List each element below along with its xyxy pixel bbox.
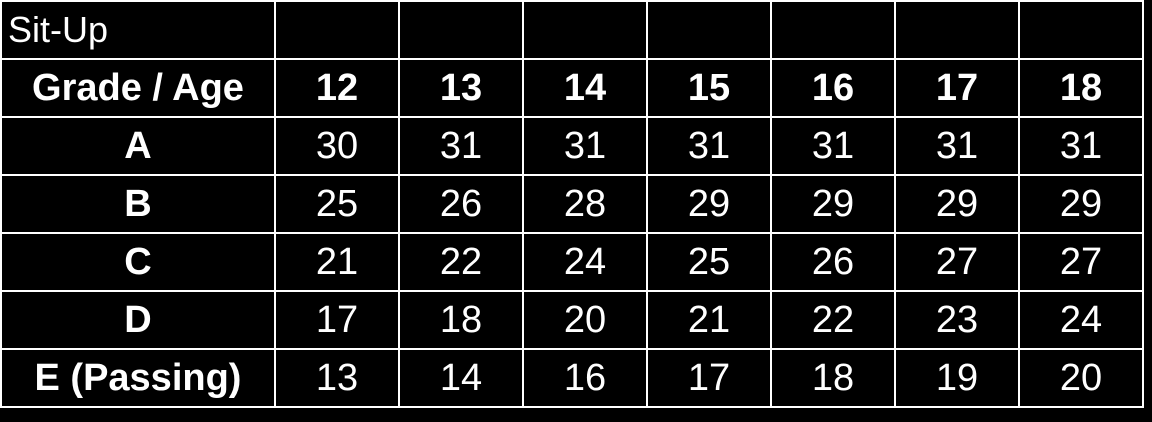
grade-label: C [0, 232, 276, 292]
empty-cell [770, 0, 896, 60]
situp-grade-table: Sit-Up Grade / Age 12 13 14 15 16 17 18 … [0, 0, 1144, 408]
table-cell: 21 [646, 290, 772, 350]
grade-label: A [0, 116, 276, 176]
age-header: 13 [398, 58, 524, 118]
empty-cell [894, 0, 1020, 60]
table-title: Sit-Up [0, 0, 276, 60]
table-cell: 28 [522, 174, 648, 234]
table-cell: 30 [274, 116, 400, 176]
grade-label: E (Passing) [0, 348, 276, 408]
table-cell: 18 [770, 348, 896, 408]
table-cell: 25 [274, 174, 400, 234]
grade-label: B [0, 174, 276, 234]
table-cell: 20 [522, 290, 648, 350]
empty-cell [274, 0, 400, 60]
table-cell: 24 [522, 232, 648, 292]
table-cell: 21 [274, 232, 400, 292]
grade-label: D [0, 290, 276, 350]
table-cell: 22 [770, 290, 896, 350]
table-cell: 13 [274, 348, 400, 408]
table-cell: 20 [1018, 348, 1144, 408]
table-cell: 29 [894, 174, 1020, 234]
table-row: B 25 26 28 29 29 29 29 [0, 174, 1144, 234]
table-cell: 26 [398, 174, 524, 234]
table-cell: 27 [894, 232, 1020, 292]
table-cell: 31 [398, 116, 524, 176]
table-cell: 19 [894, 348, 1020, 408]
table-row: A 30 31 31 31 31 31 31 [0, 116, 1144, 176]
table-cell: 31 [522, 116, 648, 176]
table-cell: 17 [274, 290, 400, 350]
table-cell: 22 [398, 232, 524, 292]
age-header: 12 [274, 58, 400, 118]
table-cell: 17 [646, 348, 772, 408]
table-cell: 14 [398, 348, 524, 408]
table-cell: 31 [646, 116, 772, 176]
title-row: Sit-Up [0, 0, 1144, 60]
table-row: D 17 18 20 21 22 23 24 [0, 290, 1144, 350]
age-header: 14 [522, 58, 648, 118]
table-cell: 31 [1018, 116, 1144, 176]
table-cell: 26 [770, 232, 896, 292]
age-header: 15 [646, 58, 772, 118]
age-header: 17 [894, 58, 1020, 118]
table-cell: 27 [1018, 232, 1144, 292]
empty-cell [1018, 0, 1144, 60]
table-cell: 29 [770, 174, 896, 234]
table-cell: 31 [894, 116, 1020, 176]
age-header: 18 [1018, 58, 1144, 118]
table-cell: 24 [1018, 290, 1144, 350]
age-header: 16 [770, 58, 896, 118]
empty-cell [646, 0, 772, 60]
table-row: E (Passing) 13 14 16 17 18 19 20 [0, 348, 1144, 408]
table-cell: 18 [398, 290, 524, 350]
table-cell: 29 [646, 174, 772, 234]
table-cell: 29 [1018, 174, 1144, 234]
table-cell: 31 [770, 116, 896, 176]
empty-cell [522, 0, 648, 60]
table-row: C 21 22 24 25 26 27 27 [0, 232, 1144, 292]
table-cell: 16 [522, 348, 648, 408]
table-cell: 25 [646, 232, 772, 292]
empty-cell [398, 0, 524, 60]
header-label: Grade / Age [0, 58, 276, 118]
header-row: Grade / Age 12 13 14 15 16 17 18 [0, 58, 1144, 118]
table-cell: 23 [894, 290, 1020, 350]
